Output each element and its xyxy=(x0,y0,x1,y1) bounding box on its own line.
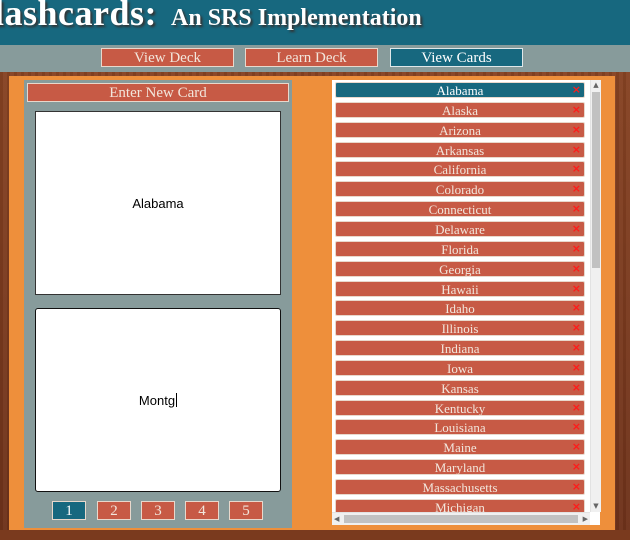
card-list-item-label: Arkansas xyxy=(435,142,485,158)
card-list-container: Alabama × Alaska × Arizona × Arkansas × Californ… xyxy=(332,80,600,525)
scroll-right-arrow-icon[interactable]: ▶ xyxy=(583,515,588,523)
card-list-item-label: Iowa xyxy=(447,360,473,376)
enter-new-card-button[interactable]: Enter New Card xyxy=(27,83,289,102)
card-list-item-label: Massachusetts xyxy=(422,480,498,495)
card-list-item-label: Arizona xyxy=(439,122,481,138)
card-list-item[interactable]: Colorado × xyxy=(335,181,585,198)
card-list-item[interactable]: Idaho × xyxy=(335,300,585,317)
card-list-item[interactable]: Connecticut × xyxy=(335,201,585,218)
page-button-3[interactable]: 3 xyxy=(141,501,175,520)
page-button-1[interactable]: 1 xyxy=(52,501,86,520)
delete-card-icon[interactable]: × xyxy=(572,419,581,434)
view-cards-button[interactable]: View Cards xyxy=(390,48,523,67)
page-button-5[interactable]: 5 xyxy=(229,501,263,520)
card-list-item-label: Louisiana xyxy=(434,420,486,436)
delete-card-icon[interactable]: × xyxy=(572,142,581,157)
delete-card-icon[interactable]: × xyxy=(572,479,581,494)
learn-deck-button[interactable]: Learn Deck xyxy=(245,48,378,67)
scroll-down-arrow-icon[interactable]: ▼ xyxy=(592,502,600,510)
card-list-item[interactable]: Massachusetts × xyxy=(335,479,585,495)
delete-card-icon[interactable]: × xyxy=(572,380,581,395)
card-list-item-label: Indiana xyxy=(440,341,480,357)
delete-card-icon[interactable]: × xyxy=(572,459,581,474)
delete-card-icon[interactable]: × xyxy=(572,221,581,236)
card-list-item-label: Florida xyxy=(441,241,479,257)
card-list-item[interactable]: Indiana × xyxy=(335,340,585,357)
card-list-item-label: Alaska xyxy=(441,102,479,118)
vertical-scrollbar[interactable]: ▲ ▼ xyxy=(590,80,601,512)
horizontal-scroll-thumb[interactable] xyxy=(344,515,578,523)
delete-card-icon[interactable]: × xyxy=(572,439,581,454)
card-list-item-label: Illinois xyxy=(441,321,479,337)
delete-card-icon[interactable]: × xyxy=(572,122,581,137)
delete-card-icon[interactable]: × xyxy=(572,320,581,335)
text-caret xyxy=(176,393,178,407)
nav-bar: View Deck Learn Deck View Cards xyxy=(0,45,630,72)
card-list-item[interactable]: Kentucky × xyxy=(335,399,585,416)
app-title-sub: An SRS Implementation xyxy=(171,5,422,31)
page-button-2[interactable]: 2 xyxy=(97,501,131,520)
delete-card-icon[interactable]: × xyxy=(572,340,581,355)
delete-card-icon[interactable]: × xyxy=(572,102,581,117)
delete-card-icon[interactable]: × xyxy=(572,181,581,196)
card-list-item-label: Connecticut xyxy=(428,202,492,218)
card-list-item-label: Colorado xyxy=(435,182,485,198)
card-list-item-label: California xyxy=(433,162,487,178)
card-list-item-label: Kentucky xyxy=(434,400,486,416)
card-list-item[interactable]: Illinois × xyxy=(335,320,585,337)
card-front-field[interactable]: Alabama xyxy=(35,111,281,295)
card-list-item[interactable]: Arkansas × xyxy=(335,141,585,158)
app-title: lashcards: An SRS Implementation xyxy=(0,0,422,34)
page-button-4[interactable]: 4 xyxy=(185,501,219,520)
card-list-item[interactable]: Florida × xyxy=(335,240,585,257)
delete-card-icon[interactable]: × xyxy=(572,82,581,97)
app-header: lashcards: An SRS Implementation xyxy=(0,0,630,47)
card-list-item-label: Hawaii xyxy=(441,281,479,297)
card-list-item[interactable]: Alaska × xyxy=(335,101,585,118)
card-list-item[interactable]: Kansas × xyxy=(335,379,585,396)
card-list-item[interactable]: Arizona × xyxy=(335,121,585,138)
scroll-left-arrow-icon[interactable]: ◀ xyxy=(334,515,339,523)
card-list-item[interactable]: Louisiana × xyxy=(335,419,585,436)
delete-card-icon[interactable]: × xyxy=(572,201,581,216)
card-list-item-label: Maine xyxy=(443,440,477,456)
card-list-item[interactable]: Maryland × xyxy=(335,459,585,476)
card-list-item-label: Alabama xyxy=(436,83,484,98)
footer-strip xyxy=(0,530,630,540)
delete-card-icon[interactable]: × xyxy=(572,360,581,375)
card-list-item[interactable]: Hawaii × xyxy=(335,280,585,297)
delete-card-icon[interactable]: × xyxy=(572,241,581,256)
delete-card-icon[interactable]: × xyxy=(572,281,581,296)
card-list-item-label: Delaware xyxy=(435,221,485,237)
card-list-item[interactable]: California × xyxy=(335,161,585,178)
card-list-item[interactable]: Iowa × xyxy=(335,359,585,376)
app-title-main: lashcards: xyxy=(0,0,158,33)
card-back-text: Montg xyxy=(138,392,176,408)
card-back-field[interactable]: Montg xyxy=(35,308,281,492)
card-list-item-label: Maryland xyxy=(434,460,486,476)
card-list-item[interactable]: Georgia × xyxy=(335,260,585,277)
delete-card-icon[interactable]: × xyxy=(572,400,581,415)
delete-card-icon[interactable]: × xyxy=(572,261,581,276)
card-list-item[interactable]: Maine × xyxy=(335,439,585,456)
card-list-item[interactable]: Delaware × xyxy=(335,220,585,237)
vertical-scroll-thumb[interactable] xyxy=(592,92,600,268)
scroll-up-arrow-icon[interactable]: ▲ xyxy=(592,81,600,89)
card-list-item[interactable]: Alabama × xyxy=(335,82,585,98)
delete-card-icon[interactable]: × xyxy=(572,161,581,176)
card-list-item-label: Idaho xyxy=(445,301,475,317)
card-list-item-label: Georgia xyxy=(439,261,481,277)
view-deck-button[interactable]: View Deck xyxy=(101,48,234,67)
card-front-text: Alabama xyxy=(132,195,184,211)
horizontal-scrollbar[interactable]: ◀ ▶ xyxy=(332,512,590,525)
delete-card-icon[interactable]: × xyxy=(572,300,581,315)
card-list-item-label: Kansas xyxy=(441,380,479,396)
